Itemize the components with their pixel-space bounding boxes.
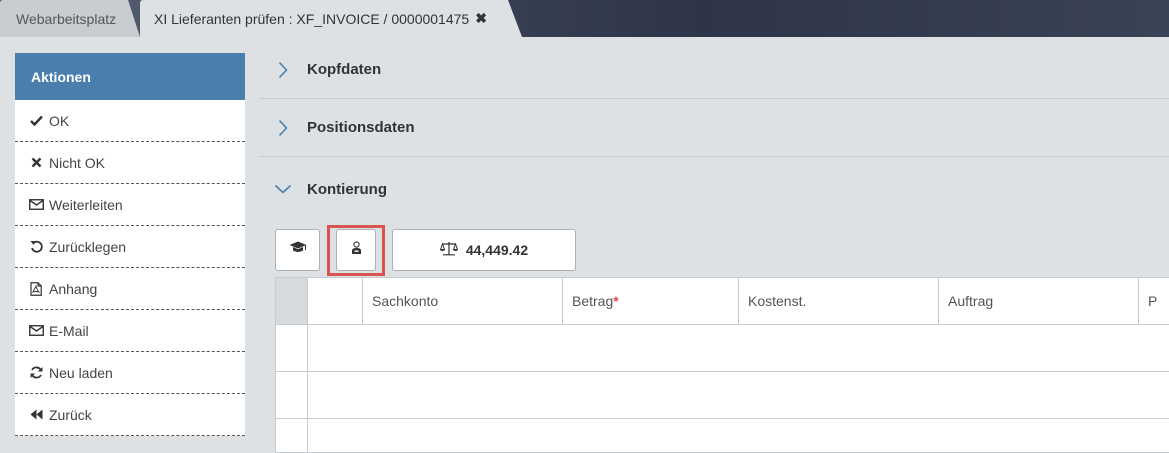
row-selector[interactable] [276,325,308,371]
row-selector-header[interactable] [276,278,308,324]
column-header-sachkonto[interactable]: Sachkonto [363,278,563,324]
section-kopfdaten[interactable]: Kopfdaten [259,41,1169,99]
chevron-down-icon [259,184,307,194]
section-title: Positionsdaten [307,119,415,136]
kontierung-grid: Sachkonto Betrag * Kostenst. Auftrag P [275,277,1169,453]
grid-header-row: Sachkonto Betrag * Kostenst. Auftrag P [276,278,1169,325]
action-label: E-Mail [49,322,89,339]
person-icon [350,240,363,260]
table-row[interactable] [276,372,1169,419]
not-ok-button[interactable]: Nicht OK [15,142,245,184]
section-title: Kontierung [307,180,387,198]
postpone-button[interactable]: Zurücklegen [15,226,245,268]
row-selector[interactable] [276,419,308,452]
envelope-icon [27,325,45,336]
action-label: Zurück [49,406,92,423]
envelope-icon [27,199,45,210]
tab-webarbeitsplatz[interactable]: Webarbeitsplatz [0,0,140,37]
table-row[interactable] [276,325,1169,372]
balance-amount: 44,449.42 [465,242,529,258]
graduation-cap-button[interactable] [275,229,320,271]
tab-bar: Webarbeitsplatz XI Lieferanten prüfen : … [0,0,1169,37]
tab-invoice-check[interactable]: XI Lieferanten prüfen : XF_INVOICE / 000… [140,0,522,37]
row-selector[interactable] [276,372,308,418]
balance-amount-button[interactable]: 44,449.42 [392,229,576,271]
action-label: Neu laden [49,364,113,381]
close-icon[interactable]: ✖ [475,10,487,27]
person-assign-button[interactable] [336,229,376,271]
chevron-right-icon [259,119,307,137]
table-row[interactable] [276,419,1169,452]
action-label: Zurücklegen [49,238,127,255]
check-icon [27,115,45,126]
actions-sidebar: Aktionen OK Nicht OK Weiterleiten Zurück… [15,53,245,436]
reload-button[interactable]: Neu laden [15,352,245,394]
column-header-p[interactable]: P [1139,278,1169,324]
required-marker: * [613,293,619,309]
x-icon [27,157,45,168]
forward-button[interactable]: Weiterleiten [15,184,245,226]
ok-button[interactable]: OK [15,100,245,142]
tab-label: XI Lieferanten prüfen : XF_INVOICE / 000… [154,10,470,27]
grid-header-cell [308,278,363,324]
balance-scale-icon [439,241,459,259]
attachment-button[interactable]: Anhang [15,268,245,310]
tab-label: Webarbeitsplatz [16,10,117,27]
section-title: Kopfdaten [307,61,382,78]
column-header-auftrag[interactable]: Auftrag [939,278,1139,324]
undo-icon [27,240,45,253]
backward-icon [27,409,45,420]
email-button[interactable]: E-Mail [15,310,245,352]
graduation-cap-icon [289,241,307,259]
sidebar-header: Aktionen [15,53,245,100]
action-label: Weiterleiten [49,196,123,213]
column-header-kostenstelle[interactable]: Kostenst. [739,278,939,324]
section-positionsdaten[interactable]: Positionsdaten [259,99,1169,157]
section-kontierung[interactable]: Kontierung [259,160,1169,218]
column-header-betrag[interactable]: Betrag * [563,278,739,324]
chevron-right-icon [259,61,307,79]
action-label: OK [49,112,70,129]
refresh-icon [27,366,45,379]
pdf-file-icon [27,281,45,296]
action-label: Nicht OK [49,154,106,171]
action-label: Anhang [49,280,98,297]
back-button[interactable]: Zurück [15,394,245,436]
